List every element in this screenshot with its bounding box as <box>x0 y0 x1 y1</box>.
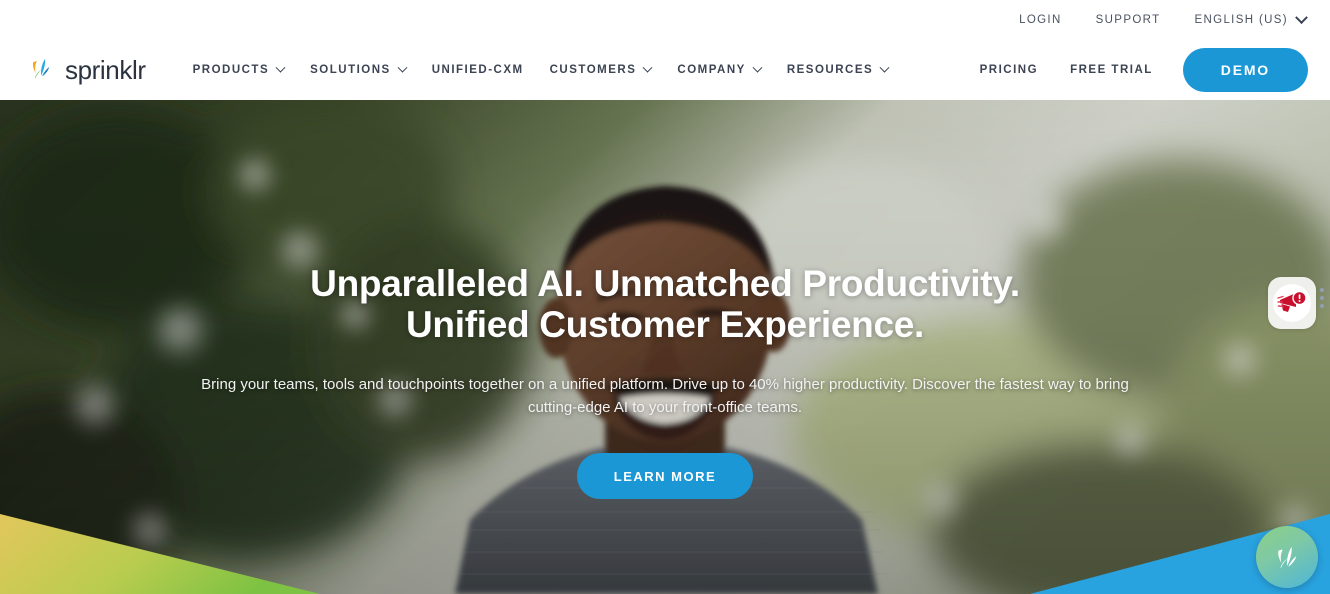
notification-widget-button[interactable] <box>1268 277 1316 329</box>
megaphone-alert-icon <box>1277 290 1307 312</box>
nav-label: PRODUCTS <box>192 64 270 76</box>
nav-item-resources[interactable]: RESOURCES <box>774 62 901 76</box>
main-navbar: sprinklr PRODUCTS SOLUTIONS UNIFIED-CXM … <box>0 40 1330 100</box>
nav-item-pricing[interactable]: PRICING <box>964 64 1054 76</box>
nav-actions: PRICING FREE TRIAL DEMO <box>964 48 1308 92</box>
sprinklr-splash-icon <box>1278 546 1297 569</box>
learn-more-button[interactable]: LEARN MORE <box>576 453 754 499</box>
drag-handle-dots-icon <box>1320 288 1324 292</box>
chevron-down-icon <box>397 62 408 73</box>
nav-label: FREE TRIAL <box>1070 64 1153 76</box>
decorative-wedge-left <box>0 514 320 594</box>
language-selector[interactable]: ENGLISH (US) <box>1194 10 1308 26</box>
chevron-down-icon <box>752 62 763 73</box>
utility-nav: LOGIN SUPPORT ENGLISH (US) <box>1019 0 1330 40</box>
primary-nav: PRODUCTS SOLUTIONS UNIFIED-CXM CUSTOMERS… <box>180 62 902 76</box>
nav-label: COMPANY <box>677 64 746 76</box>
sprinklr-wordmark: sprinklr <box>65 54 146 85</box>
sprinklr-logo-icon <box>32 58 50 79</box>
widget-drag-handle[interactable] <box>1320 288 1324 308</box>
chevron-down-icon <box>275 62 286 73</box>
chevron-down-icon <box>642 62 653 73</box>
hero-headline: Unparalleled AI. Unmatched Productivity.… <box>115 263 1215 345</box>
nav-item-products[interactable]: PRODUCTS <box>180 62 298 76</box>
nav-item-customers[interactable]: CUSTOMERS <box>537 62 665 76</box>
chevron-down-icon <box>1295 10 1308 24</box>
nav-label: SOLUTIONS <box>310 64 391 76</box>
language-label: ENGLISH (US) <box>1194 14 1288 26</box>
nav-label: CUSTOMERS <box>549 64 637 76</box>
nav-label: UNIFIED-CXM <box>431 64 524 76</box>
demo-button[interactable]: DEMO <box>1182 48 1308 92</box>
hero-headline-line2: Unified Customer Experience. <box>406 304 924 345</box>
notification-icon-circle <box>1273 284 1311 322</box>
nav-label: RESOURCES <box>786 64 874 76</box>
drag-handle-dots-icon <box>1320 296 1324 300</box>
hero-subheadline: Bring your teams, tools and touchpoints … <box>201 376 1129 416</box>
nav-item-company[interactable]: COMPANY <box>664 62 773 76</box>
site-header: LOGIN SUPPORT ENGLISH (US) sprinklr PROD <box>0 0 1330 100</box>
chat-launcher-button[interactable] <box>1256 526 1318 588</box>
hero-headline-line1: Unparalleled AI. Unmatched Productivity. <box>310 263 1020 304</box>
nav-label: PRICING <box>979 64 1039 76</box>
nav-item-unified-cxm[interactable]: UNIFIED-CXM <box>419 64 537 76</box>
nav-item-solutions[interactable]: SOLUTIONS <box>297 62 419 76</box>
nav-item-free-trial[interactable]: FREE TRIAL <box>1054 64 1169 76</box>
login-link[interactable]: LOGIN <box>1019 14 1062 26</box>
hero-section: Unparalleled AI. Unmatched Productivity.… <box>0 100 1330 594</box>
chevron-down-icon <box>879 62 890 73</box>
sprinklr-logo-link[interactable]: sprinklr <box>26 55 146 86</box>
drag-handle-dots-icon <box>1320 304 1324 308</box>
support-link[interactable]: SUPPORT <box>1096 14 1161 26</box>
page-root: LOGIN SUPPORT ENGLISH (US) sprinklr PROD <box>0 0 1330 594</box>
